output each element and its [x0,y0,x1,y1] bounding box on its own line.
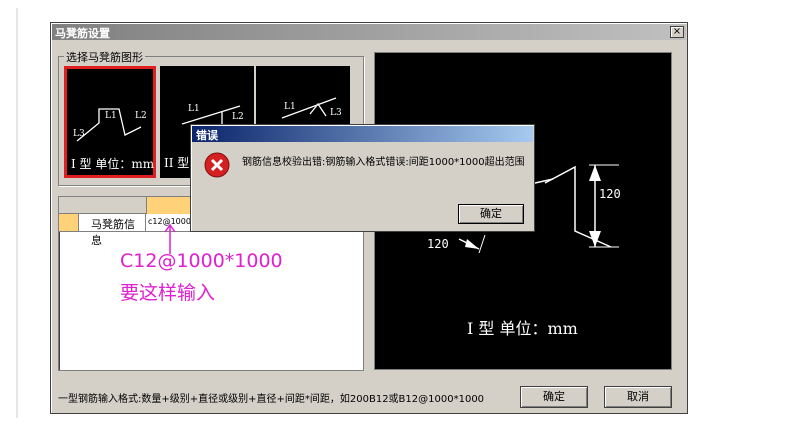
input-format-hint: 一型钢筋输入格式:数量+级别+直径或级别+直径+间距*间距，如200B12或B1… [58,394,485,405]
thumb2-label-l2: L2 [232,112,244,122]
error-icon [204,152,230,178]
thumb3-label-l3: L3 [330,108,342,118]
error-dialog-title: 错误 [196,129,218,142]
preview-dim-left: 120 [427,237,449,251]
thumb1-label-l2: L2 [135,111,147,121]
shape-thumb-type1[interactable]: L1 L2 L3 I 型 单位：mm [64,66,156,178]
thumb1-label-l3: L3 [73,129,85,139]
thumb2-label-l1: L1 [188,104,200,114]
cancel-button[interactable]: 取消 [604,386,672,408]
error-message: 钢筋信息校验出错:钢筋输入格式错误:间距1000*1000超出范围 [242,157,525,168]
grid-header-value-column [146,197,196,214]
thumb2-caption: II 型 [164,156,190,170]
left-edge-divider [16,8,18,418]
shape-groupbox-label: 选择马凳筋图形 [64,49,145,65]
thumb1-caption: I 型 单位：mm [71,157,155,171]
ok-button[interactable]: 确定 [520,386,588,408]
close-icon: × [672,26,682,37]
thumb1-label-l1: L1 [105,111,117,121]
grid-row-indicator[interactable] [59,214,79,232]
annotation-instruction: 要这样输入 [120,282,216,304]
window-title: 马凳筋设置 [55,27,110,40]
grid-row-name-cell: 马凳筋信息 [79,214,146,247]
error-dialog-titlebar: 错误 [192,126,533,142]
window-titlebar: 马凳筋设置 [52,24,686,40]
thumb3-label-l1: L1 [284,102,296,112]
annotation-example: C12@1000*1000 [120,250,283,272]
error-ok-button[interactable]: 确定 [458,204,524,224]
close-button[interactable]: × [670,26,684,38]
preview-caption: I 型 单位：mm [467,319,578,338]
preview-dim-right: 120 [599,187,621,201]
